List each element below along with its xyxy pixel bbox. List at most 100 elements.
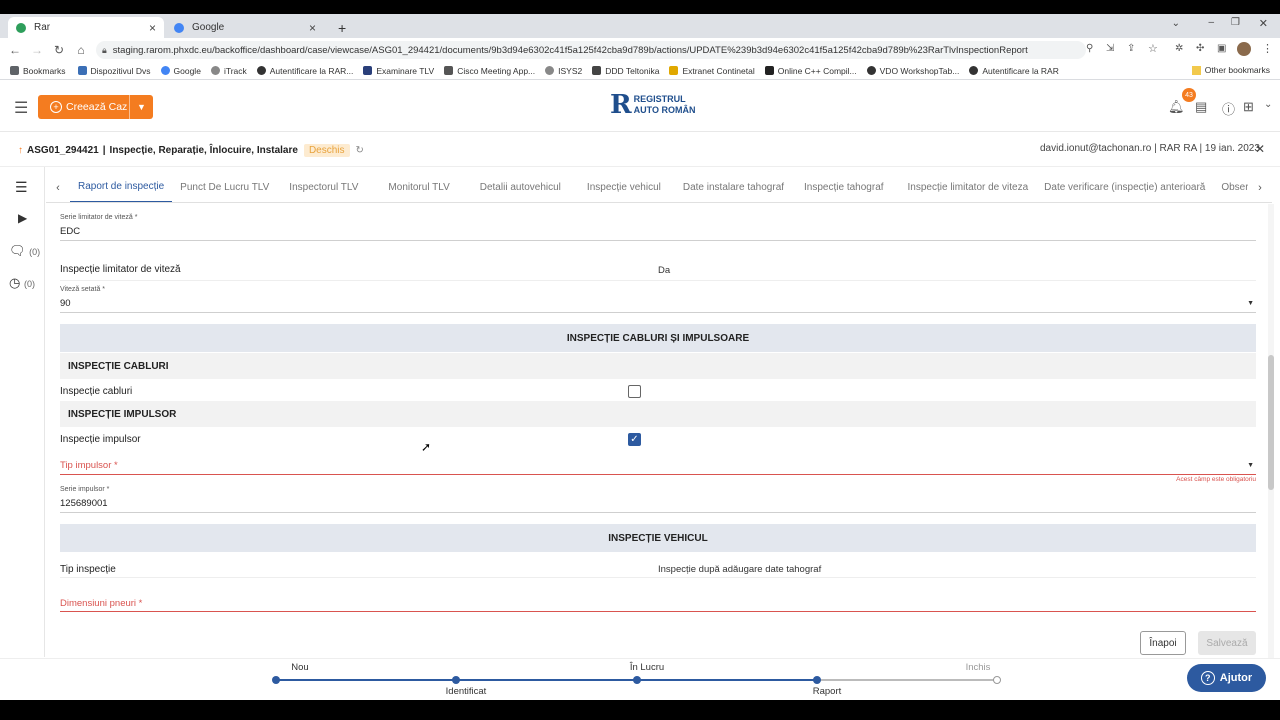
cisco-icon [444,66,454,75]
list-icon[interactable]: ☰ [15,179,28,196]
install-icon[interactable]: ⇲ [1106,43,1114,54]
dropdown-arrow-icon[interactable]: ▼ [1247,462,1254,469]
other-bookmarks[interactable]: Other bookmarks [1191,65,1270,75]
puzzle-icon[interactable]: ✣ [1196,43,1204,54]
create-case-button[interactable]: + Creează Caz ▼ [38,95,153,119]
form-tabs: ‹ Raport de inspecție Punct De Lucru TLV… [46,173,1272,203]
bookmark-item[interactable]: Dispozitivul Dvs [77,66,151,76]
tab-inspectie-tahograf[interactable]: Inspecție tahograf [792,173,896,202]
viteza-label: Viteză setată * [60,286,106,293]
bookmark-item[interactable]: ISYS2 [545,66,582,76]
forward-arrow-icon[interactable]: → [26,43,48,57]
field-underline [60,312,1256,313]
bookmark-item[interactable]: Online C++ Compil... [764,66,857,76]
new-tab-button[interactable]: + [330,17,350,38]
chevron-down-icon[interactable]: ⌄ [1264,99,1272,110]
sidepanel-icon[interactable]: ▣ [1217,43,1226,54]
scrollbar-thumb[interactable] [1268,355,1274,490]
menu-dots-icon[interactable]: ⋮ [1262,42,1273,55]
help-button[interactable]: ? Ajutor [1187,664,1266,692]
browser-tab-title: Google [192,22,225,33]
serie-limitator-input[interactable]: EDC [60,226,80,237]
bookmark-item[interactable]: Bookmarks [10,66,66,76]
close-case-icon[interactable]: ✕ [1255,142,1265,156]
refresh-icon[interactable]: ↻ [356,145,364,156]
section-cabluri-impulsoare: INSPECȚIE CABLURI ȘI IMPULSOARE [60,324,1256,352]
profile-avatar[interactable] [1237,42,1251,56]
tab-detalii-autovehicul[interactable]: Detalii autovehicul [468,173,573,202]
serie-impulsor-input[interactable]: 125689001 [60,498,108,509]
back-arrow-icon[interactable]: ← [4,43,26,57]
user-info: david.ionut@tachonan.ro | RAR RA | 19 ia… [1040,143,1260,154]
play-icon[interactable]: ▶ [18,211,27,225]
rar-logo-text: REGISTRUL AUTO ROMÂN [633,94,696,115]
lock-icon: 🔒︎ [102,44,107,55]
bookmark-item[interactable]: DDD Teltonika [592,66,659,76]
bookmark-item[interactable]: Examinare TLV [363,66,434,76]
reload-icon[interactable]: ↻ [48,43,70,57]
bookmark-item[interactable]: Autentificare la RAR [969,66,1059,76]
device-icon [77,66,87,75]
location-icon[interactable]: ⚲ [1086,43,1093,54]
tab-inspectie-vehicul[interactable]: Inspecție vehicul [573,173,675,202]
browser-tab-google[interactable]: Google × [166,17,324,38]
section-vehicul: INSPECȚIE VEHICUL [60,524,1256,552]
serie-impulsor-label: Serie impulsor * [60,486,110,493]
tab-date-verificare[interactable]: Date verificare (inspecție) anterioară [1036,173,1213,202]
star-icon[interactable]: ☆ [1148,42,1158,55]
step-dot-pending [993,676,1001,684]
minimize-icon[interactable]: – [1208,17,1214,28]
close-icon[interactable]: × [309,21,316,35]
history-button[interactable]: ◷ (0) [9,275,35,291]
tab-search-icon[interactable]: ⌄ [1172,18,1180,29]
browser-tab-rar[interactable]: Rar × [8,17,164,38]
dropdown-arrow-icon[interactable]: ▼ [1247,300,1254,307]
progress-line-pending [818,679,998,681]
comments-button[interactable]: 🗨︎ (0) [9,243,40,259]
caret-down-icon[interactable]: ▼ [129,95,153,119]
tip-impulsor-select[interactable]: Tip impulsor * [60,460,118,471]
bookmark-item[interactable]: iTrack [210,66,247,76]
info-icon[interactable]: ⓘ [1222,99,1235,118]
dimensiuni-pneuri-select[interactable]: Dimensiuni pneuri * [60,598,142,609]
folder-icon [1191,65,1201,75]
bookmark-item[interactable]: Extranet Continetal [669,66,755,76]
screen-bottom-border [0,700,1280,720]
save-button[interactable]: Salvează [1198,631,1256,655]
apps-grid-icon[interactable]: ⊞ [1243,99,1254,115]
inspectie-impulsor-checkbox[interactable]: ✓ [628,433,641,446]
tab-monitorul[interactable]: Monitorul TLV [370,173,467,202]
window-close-icon[interactable]: ✕ [1259,17,1268,30]
extension-icon[interactable]: ✲ [1175,43,1183,54]
inspectie-cabluri-checkbox[interactable] [628,385,641,398]
tab-inspectorul[interactable]: Inspectorul TLV [277,173,370,202]
tab-date-instalare[interactable]: Date instalare tahograf [675,173,792,202]
chevron-right-icon[interactable]: › [1248,182,1272,194]
url-text: staging.rarom.phxdc.eu/backoffice/dashbo… [112,44,1028,56]
question-icon: ? [1200,671,1215,685]
create-case-label: Creează Caz [66,101,128,113]
maximize-icon[interactable]: ❐ [1231,17,1240,28]
chevron-left-icon[interactable]: ‹ [46,182,70,194]
close-icon[interactable]: × [149,21,156,35]
bookmark-item[interactable]: Autentificare la RAR... [256,66,353,76]
bookmark-item[interactable]: VDO WorkshopTab... [866,66,959,76]
tab-punct-lucru[interactable]: Punct De Lucru TLV [172,173,277,202]
tab-inspectie-limitator[interactable]: Inspecție limitator de viteza [896,173,1037,202]
viteza-select[interactable]: 90 [60,298,1256,309]
bell-icon[interactable]: 🔔︎ [1168,99,1185,115]
share-icon[interactable]: ⇪ [1127,43,1135,54]
bookmark-item[interactable]: Cisco Meeting App... [444,66,535,76]
back-button[interactable]: Înapoi [1140,631,1186,655]
notification-badge: 43 [1182,88,1196,102]
url-bar[interactable]: 🔒︎ staging.rarom.phxdc.eu/backoffice/das… [96,41,1086,59]
tab-observatii[interactable]: Observații și ne [1213,173,1248,202]
screen-top-border [0,0,1280,14]
serie-limitator-label: Serie limitator de viteză * [60,214,138,221]
home-icon[interactable]: ⌂ [70,43,92,57]
documents-icon[interactable]: ▤ [1195,99,1207,115]
google-favicon-icon [160,66,170,75]
tab-raport-inspectie[interactable]: Raport de inspecție [70,173,173,202]
hamburger-menu-icon[interactable]: ☰ [14,98,28,118]
bookmark-item[interactable]: Google [160,66,201,76]
